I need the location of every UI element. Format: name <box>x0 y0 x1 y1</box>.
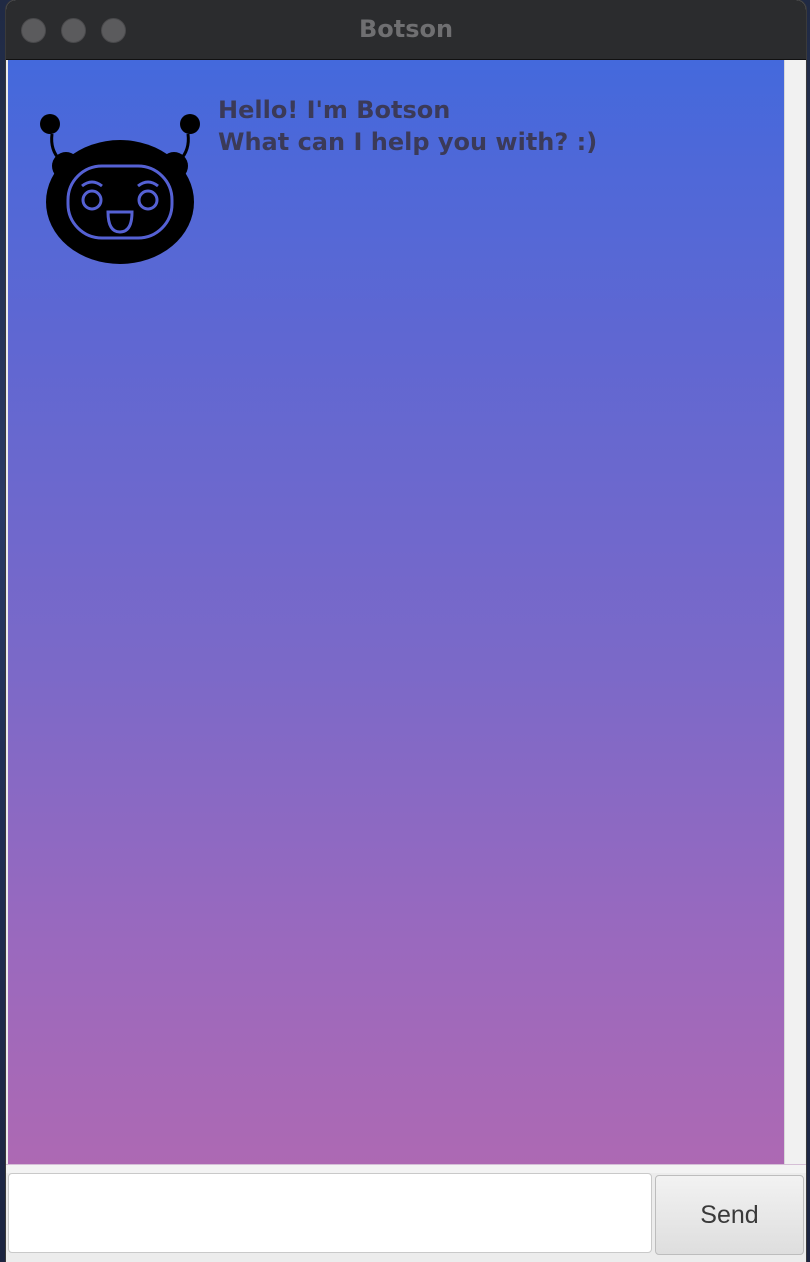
window-title: Botson <box>358 15 454 43</box>
title-bar[interactable]: Botson <box>6 0 806 60</box>
vertical-scrollbar[interactable] <box>784 60 805 1166</box>
chat-scroll-area[interactable]: Hello! I'm Botson What can I help you wi… <box>8 60 784 1164</box>
bot-message-line: Hello! I'm Botson <box>218 96 451 124</box>
bot-dialog-box: Hello! I'm Botson What can I help you wi… <box>40 90 597 274</box>
divider <box>6 1164 806 1173</box>
send-button[interactable]: Send <box>655 1175 804 1255</box>
bot-message: Hello! I'm Botson What can I help you wi… <box>218 94 597 158</box>
message-input[interactable] <box>8 1173 652 1253</box>
bot-message-line: What can I help you with? :) <box>218 128 598 156</box>
app-window: Botson Hello! I'm Botson What can I help… <box>6 0 806 1262</box>
robot-face-icon <box>40 114 200 264</box>
